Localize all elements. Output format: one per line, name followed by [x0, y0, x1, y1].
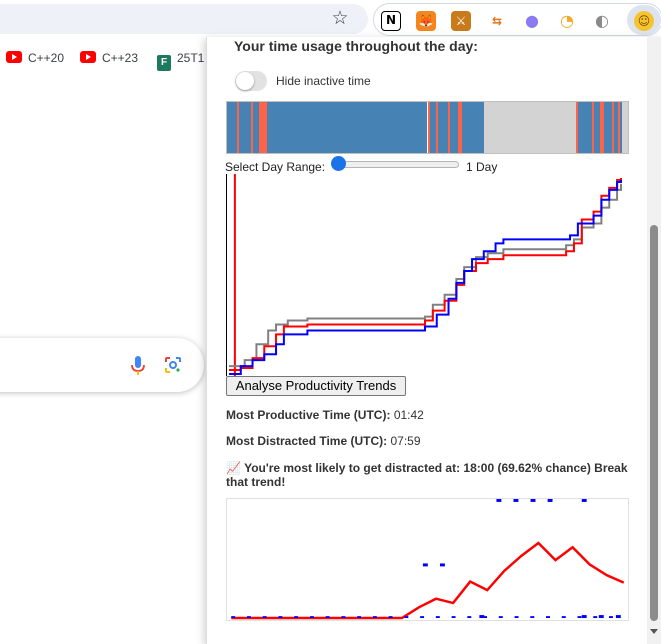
day-range-slider[interactable] [334, 161, 459, 168]
productivity-top-mark [513, 499, 519, 502]
timeline-segment-productive [438, 102, 448, 153]
hide-inactive-label: Hide inactive time [276, 74, 371, 88]
productivity-point [422, 563, 428, 567]
productivity-bottom-mark [479, 615, 485, 619]
timeline-segment-productive [577, 102, 592, 153]
address-bar[interactable] [0, 4, 368, 34]
timeline-segment-inactive [621, 102, 628, 153]
productivity-top-mark [581, 499, 587, 502]
extensions-bar: N 🦊 ⚔ ⇆ ● ◔ ◐ ☺ [373, 3, 661, 36]
hourly-distraction-chart [226, 498, 629, 621]
timeline-segment-productive [603, 102, 612, 153]
most-distracted-value: 07:59 [390, 434, 421, 448]
productivity-top-mark [496, 499, 502, 502]
time-usage-timeline [226, 101, 629, 154]
bookmark-cpp23[interactable]: C++23 [80, 50, 138, 66]
ghost-icon[interactable]: ● [522, 11, 542, 31]
extension-popup: Your time usage throughout the day: Hide… [206, 37, 661, 644]
timer-icon[interactable]: ◔ [557, 11, 577, 31]
bookmark-star-icon[interactable]: ☆ [330, 8, 350, 28]
voice-search-icon[interactable] [131, 356, 145, 376]
timeline-segment-productive [239, 102, 252, 153]
timeline-segment-inactive [483, 102, 576, 153]
google-search-box[interactable] [0, 338, 204, 392]
cumulative-series-line [229, 183, 622, 368]
hide-inactive-toggle[interactable] [235, 71, 267, 91]
timeline-segment-productive [461, 102, 484, 153]
productivity-bottom-mark [598, 615, 604, 619]
timeline-segment-productive [449, 102, 458, 153]
lens-icon[interactable] [164, 356, 182, 374]
cumulative-series-line [229, 179, 622, 375]
most-productive-value: 01:42 [393, 408, 424, 422]
productivity-point [439, 563, 445, 567]
face-icon[interactable]: ☺ [634, 11, 654, 31]
bookmark-25t1[interactable]: F 25T1 [157, 50, 204, 71]
productivity-bottom-mark [615, 615, 621, 619]
youtube-icon [80, 51, 96, 63]
git-icon[interactable]: ⇆ [487, 11, 507, 31]
notion-icon[interactable]: N [381, 11, 401, 31]
bookmark-cpp20[interactable]: C++20 [6, 50, 64, 66]
day-range-slider-thumb[interactable] [331, 156, 346, 171]
chart-trend-icon: 📈 [226, 461, 241, 475]
productivity-bottom-mark [581, 615, 587, 619]
youtube-icon [6, 51, 22, 63]
insight-text: You're most likely to get distracted at:… [226, 461, 628, 489]
analyse-trends-button[interactable]: Analyse Productivity Trends [226, 376, 406, 396]
timeline-segment-distracted [259, 102, 268, 153]
day-range-value: 1 Day [466, 160, 498, 174]
timeline-segment-productive [267, 102, 428, 153]
browser-toolbar: ☆ N 🦊 ⚔ ⇆ ● ◔ ◐ ☺ [0, 0, 661, 38]
distraction-probability-line [231, 541, 625, 620]
distraction-insight: 📈 You're most likely to get distracted a… [226, 461, 636, 489]
productivity-top-mark [530, 499, 536, 502]
timeline-segment-productive [227, 102, 238, 153]
productivity-top-mark [547, 499, 553, 502]
scroll-down-arrow-icon[interactable] [650, 629, 658, 634]
cumulative-usage-chart [226, 174, 622, 376]
day-range-label: Select Day Range: [225, 160, 326, 174]
forms-icon: F [157, 55, 171, 71]
puzzle-icon[interactable]: ◐ [592, 11, 612, 31]
popup-heading: Your time usage throughout the day: [234, 38, 478, 54]
popup-scrollbar-thumb[interactable] [650, 225, 658, 621]
most-distracted-stat: Most Distracted Time (UTC): 07:59 [226, 434, 421, 448]
cumulative-series-line [229, 177, 622, 372]
sword-icon[interactable]: ⚔ [451, 11, 471, 31]
metamask-icon[interactable]: 🦊 [416, 11, 436, 31]
most-productive-stat: Most Productive Time (UTC): 01:42 [226, 408, 424, 422]
